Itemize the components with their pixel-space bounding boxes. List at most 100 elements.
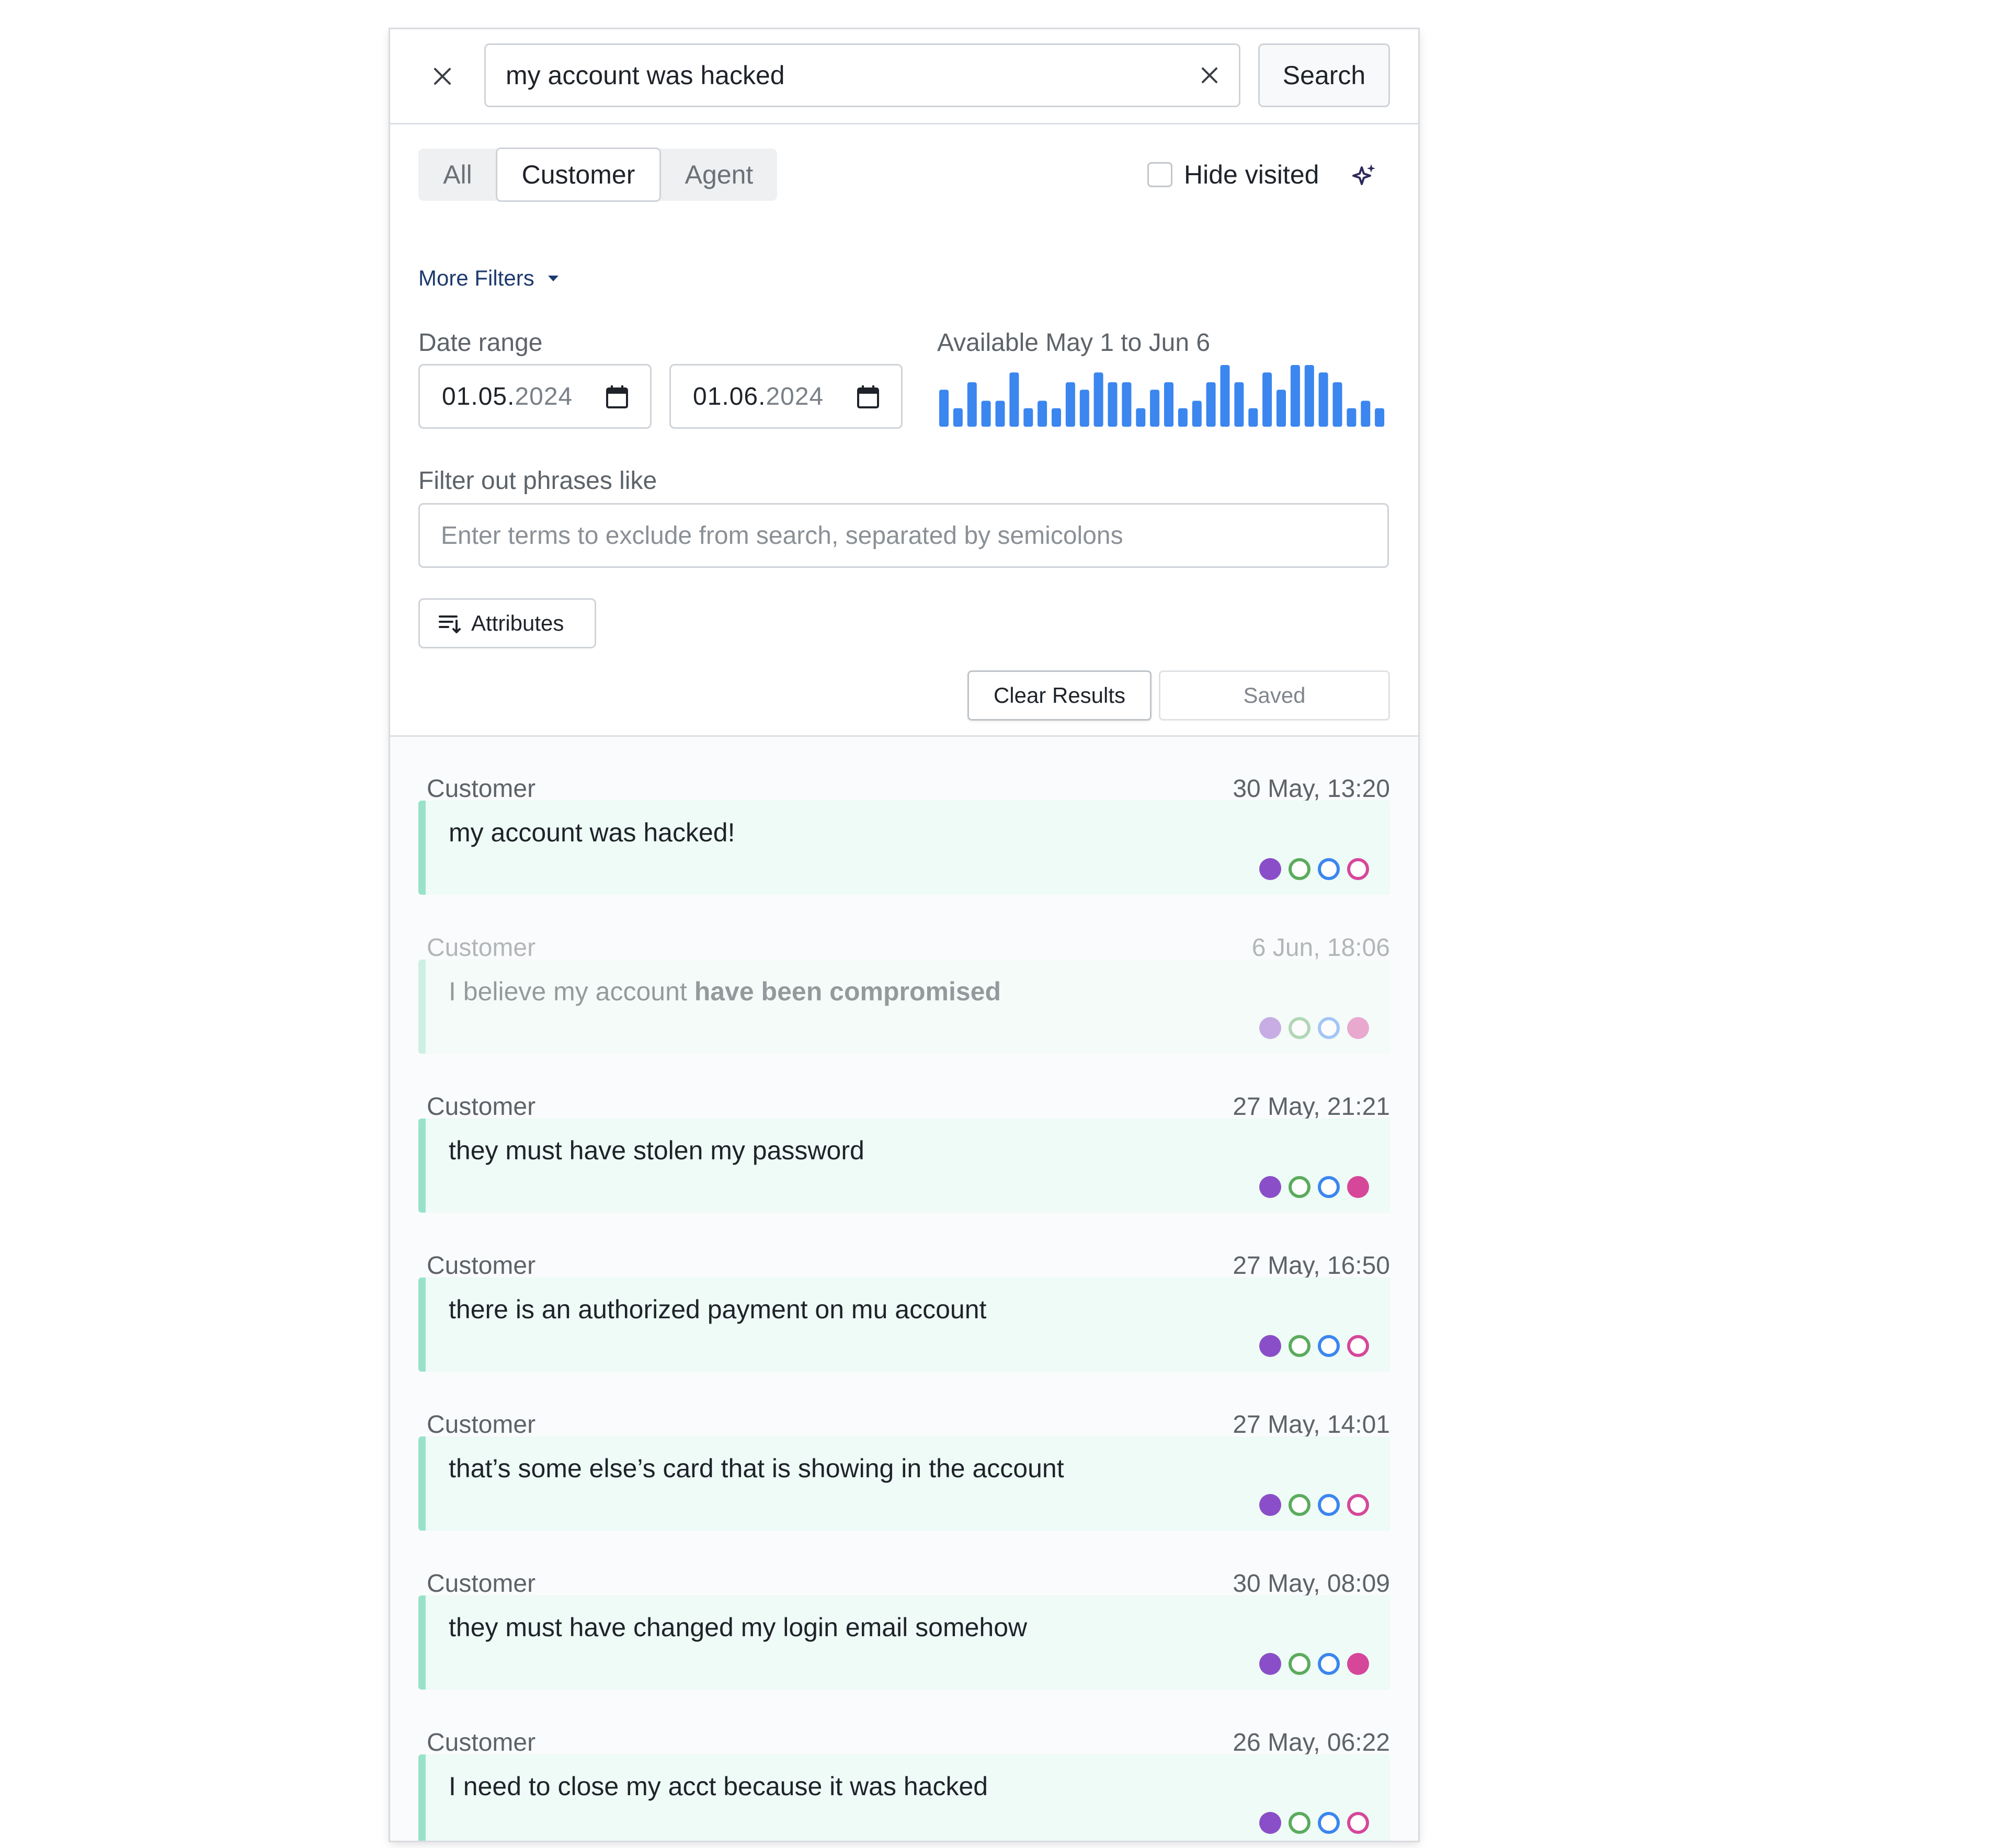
green-tag-dot [1289, 1176, 1310, 1198]
pink-tag-dot [1347, 1812, 1369, 1834]
search-input[interactable] [506, 52, 1159, 99]
message-text: that’s some else’s card that is showing … [449, 1454, 1064, 1483]
message-text: there is an authorized payment on mu acc… [449, 1295, 987, 1324]
histogram-bar [1361, 401, 1371, 427]
message-text: I believe my account have been compromis… [449, 977, 1001, 1006]
histogram-bar [1122, 382, 1132, 427]
purple-tag-dot [1259, 1176, 1281, 1198]
histogram-bar [995, 401, 1005, 427]
availability-label: Available May 1 to Jun 6 [937, 329, 1211, 357]
timestamp: 30 May, 08:09 [1233, 1570, 1390, 1598]
result-item[interactable]: Customer 30 May, 08:09 they must have ch… [418, 1569, 1390, 1700]
histogram-bar [1304, 365, 1314, 427]
tag-dots [1252, 1017, 1369, 1039]
histogram-bar [953, 408, 963, 427]
hide-visited-checkbox[interactable] [1147, 162, 1172, 187]
caret-down-icon [548, 276, 559, 281]
role-filter: All Customer Agent [418, 147, 777, 202]
timestamp: 26 May, 06:22 [1233, 1729, 1390, 1756]
histogram-bar [1347, 408, 1357, 427]
hide-visited-label: Hide visited [1184, 160, 1319, 189]
histogram-bar [1178, 408, 1188, 427]
timestamp: 27 May, 16:50 [1233, 1252, 1390, 1280]
hide-visited-toggle[interactable]: Hide visited [1147, 159, 1319, 190]
histogram-bar [967, 382, 977, 427]
timestamp: 6 Jun, 18:06 [1251, 934, 1390, 962]
histogram-bar [1276, 390, 1286, 427]
message-text: they must have stolen my password [449, 1136, 864, 1165]
histogram-bar [1093, 372, 1103, 427]
result-item[interactable]: Customer 27 May, 14:01 that’s some else’… [418, 1410, 1390, 1541]
tab-agent[interactable]: Agent [661, 149, 777, 201]
tag-dots [1252, 1494, 1369, 1516]
histogram-bar [1108, 382, 1118, 427]
histogram-bar [1009, 372, 1019, 427]
histogram-bar [1052, 408, 1061, 427]
histogram-bar [1192, 401, 1202, 427]
message-text: my account was hacked! [449, 818, 735, 847]
tag-dots [1252, 1335, 1369, 1357]
attributes-label: Attributes [471, 611, 564, 635]
search-button[interactable]: Search [1258, 43, 1390, 107]
speaker-label: Customer [427, 1729, 536, 1756]
pink-tag-dot [1347, 1176, 1369, 1198]
search-panel: Search All Customer Agent Hide visited M… [390, 29, 1418, 1841]
result-item[interactable]: Customer 26 May, 06:22 I need to close m… [418, 1728, 1390, 1841]
message-text: I need to close my acct because it was h… [449, 1772, 988, 1801]
histogram-bar [981, 401, 991, 427]
result-item[interactable]: Customer 27 May, 16:50 there is an autho… [418, 1251, 1390, 1382]
blue-tag-dot [1318, 1335, 1340, 1357]
tab-all[interactable]: All [418, 149, 497, 201]
exclude-terms-input[interactable] [418, 503, 1389, 568]
blue-tag-dot [1318, 1176, 1340, 1198]
calendar-icon [857, 385, 879, 408]
start-date-input[interactable]: 01.05.2024 [418, 364, 652, 429]
message-card: I believe my account have been compromis… [418, 960, 1390, 1054]
purple-tag-dot [1259, 858, 1281, 880]
more-filters-label: More Filters [418, 266, 534, 290]
clear-query-button[interactable] [1195, 61, 1224, 90]
results-list: Customer 30 May, 13:20 my account was ha… [390, 735, 1418, 1841]
green-tag-dot [1289, 1494, 1310, 1516]
histogram-bar [1318, 372, 1328, 427]
blue-tag-dot [1318, 1494, 1340, 1516]
histogram-bar [1164, 382, 1173, 427]
result-item[interactable]: Customer 30 May, 13:20 my account was ha… [418, 774, 1390, 905]
speaker-label: Customer [427, 1411, 536, 1439]
green-tag-dot [1289, 858, 1310, 880]
message-card: they must have stolen my password [418, 1119, 1390, 1213]
end-date-value: 01.06.2024 [693, 382, 824, 410]
purple-tag-dot [1259, 1653, 1281, 1675]
close-panel-button[interactable] [428, 62, 457, 91]
message-card: there is an authorized payment on mu acc… [418, 1277, 1390, 1372]
pink-tag-dot [1347, 1335, 1369, 1357]
result-item[interactable]: Customer 6 Jun, 18:06 I believe my accou… [418, 933, 1390, 1064]
sparkle-icon [1352, 164, 1375, 185]
pink-tag-dot [1347, 1653, 1369, 1675]
more-filters-toggle[interactable]: More Filters [418, 266, 560, 291]
result-item[interactable]: Customer 27 May, 21:21 they must have st… [418, 1092, 1390, 1223]
green-tag-dot [1289, 1335, 1310, 1357]
histogram-bar [1234, 382, 1244, 427]
speaker-label: Customer [427, 934, 536, 962]
search-header: Search [390, 29, 1418, 124]
message-text: they must have changed my login email so… [449, 1613, 1028, 1642]
tag-dots [1252, 1812, 1369, 1834]
purple-tag-dot [1259, 1017, 1281, 1039]
saved-button[interactable]: Saved [1159, 670, 1390, 721]
attributes-button[interactable]: Attributes [418, 598, 596, 648]
ai-sparkle-button[interactable] [1348, 160, 1380, 191]
clear-results-button[interactable]: Clear Results [967, 670, 1152, 721]
purple-tag-dot [1259, 1494, 1281, 1516]
speaker-label: Customer [427, 1570, 536, 1598]
blue-tag-dot [1318, 1017, 1340, 1039]
green-tag-dot [1289, 1812, 1310, 1834]
end-date-input[interactable]: 01.06.2024 [669, 364, 903, 429]
exclude-label: Filter out phrases like [418, 467, 657, 495]
histogram-bar [1262, 372, 1272, 427]
tag-dots [1252, 1653, 1369, 1675]
purple-tag-dot [1259, 1335, 1281, 1357]
histogram-bar [1290, 365, 1300, 427]
message-card: my account was hacked! [418, 801, 1390, 895]
tab-customer[interactable]: Customer [496, 147, 661, 202]
